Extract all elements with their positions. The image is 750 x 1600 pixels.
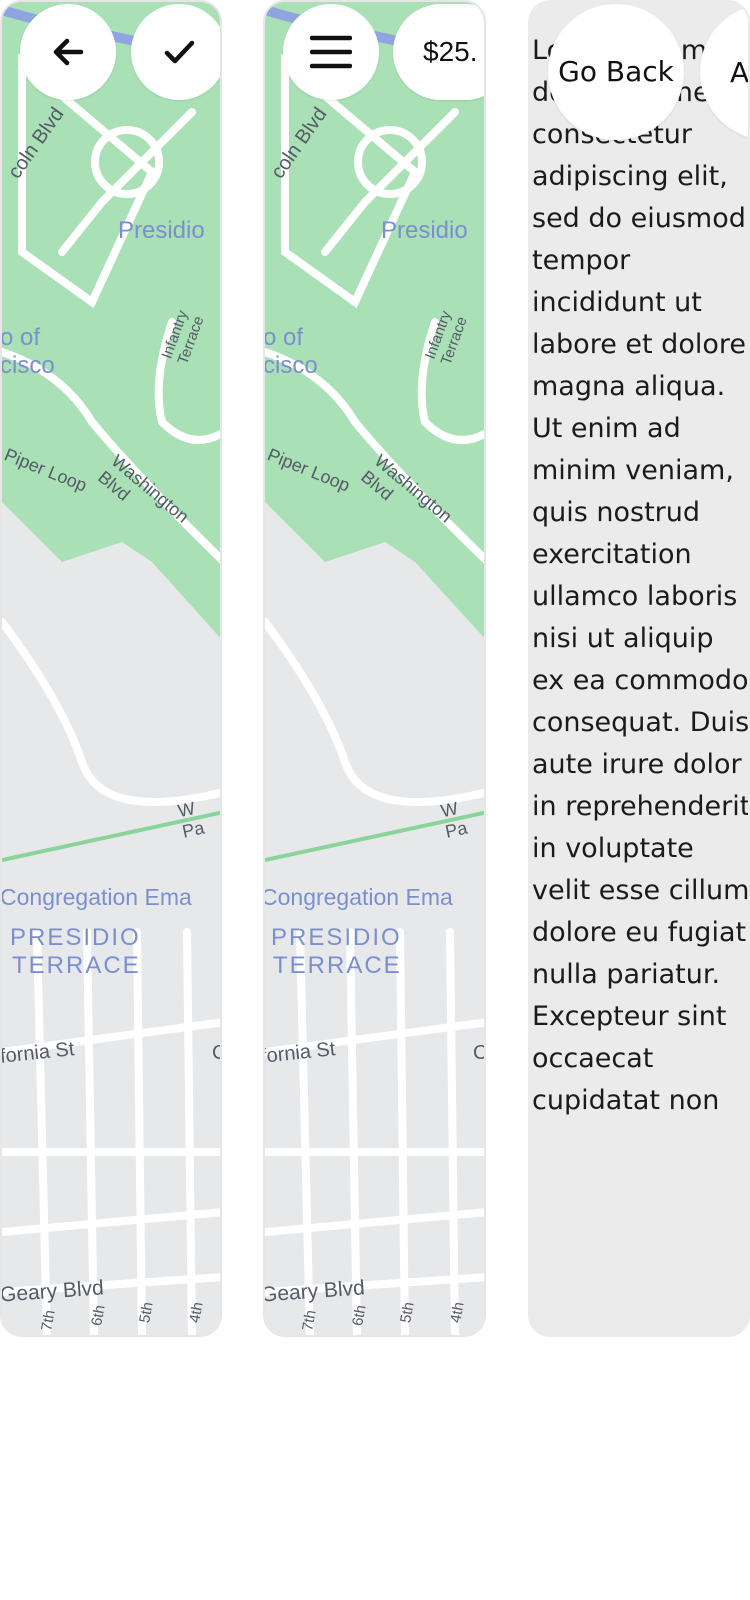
map-label-w-pa: W Pa: [176, 798, 207, 842]
map-label-6th: 6th: [88, 1303, 109, 1328]
price-button[interactable]: $25.: [393, 4, 484, 100]
hamburger-menu-icon: [310, 34, 352, 70]
map-canvas: [2, 2, 220, 1335]
map-label-cisco: cisco: [263, 352, 318, 379]
map-label-presidio-district: PRESIDIO: [271, 924, 402, 951]
confirm-button[interactable]: [131, 4, 220, 100]
menu-button[interactable]: [283, 4, 379, 100]
map-label-4th: 4th: [447, 1300, 468, 1325]
map-label-6th: 6th: [349, 1303, 370, 1328]
map-label-of: o of: [0, 324, 41, 351]
arrow-left-icon: [51, 35, 85, 69]
map-label-7th: 7th: [38, 1308, 59, 1333]
map-label-4th: 4th: [186, 1300, 207, 1325]
text-panel: Lorem ipsum dolor sit amet, consectetur …: [528, 0, 750, 1337]
map-label-presidio: Presidio: [381, 217, 468, 244]
map-label-congregation: Congregation Ema: [0, 884, 192, 910]
back-button[interactable]: [20, 4, 116, 100]
map-label-terrace-district: TERRACE: [12, 952, 141, 979]
map-panel-middle: Presidio coln Blvd o of cisco Infantry T…: [263, 0, 486, 1337]
map-label-terrace-district: TERRACE: [273, 952, 402, 979]
body-text: Lorem ipsum dolor sit amet, consectetur …: [532, 35, 750, 1116]
map-label-7th: 7th: [299, 1308, 320, 1333]
map-panel-left: Presidio coln Blvd o of cisco Infantry T…: [0, 0, 222, 1337]
checkmark-icon: [162, 35, 196, 69]
map-label-c: C: [212, 1042, 220, 1065]
price-label: $25.: [423, 36, 478, 67]
map-label-congregation: Congregation Ema: [263, 884, 453, 910]
map-view[interactable]: Presidio coln Blvd o of cisco Infantry T…: [265, 2, 484, 1335]
map-label-5th: 5th: [136, 1300, 157, 1325]
map-label-cisco: cisco: [0, 352, 55, 379]
map-label-presidio-district: PRESIDIO: [10, 924, 141, 951]
map-label-c: C: [473, 1042, 484, 1065]
go-back-button[interactable]: Go Back: [548, 4, 684, 140]
map-label-presidio: Presidio: [118, 217, 205, 244]
map-view[interactable]: Presidio coln Blvd o of cisco Infantry T…: [2, 2, 220, 1335]
map-label-5th: 5th: [397, 1300, 418, 1325]
map-label-of: o of: [263, 324, 304, 351]
map-label-w-pa: W Pa: [439, 798, 470, 842]
map-canvas: [265, 2, 484, 1335]
